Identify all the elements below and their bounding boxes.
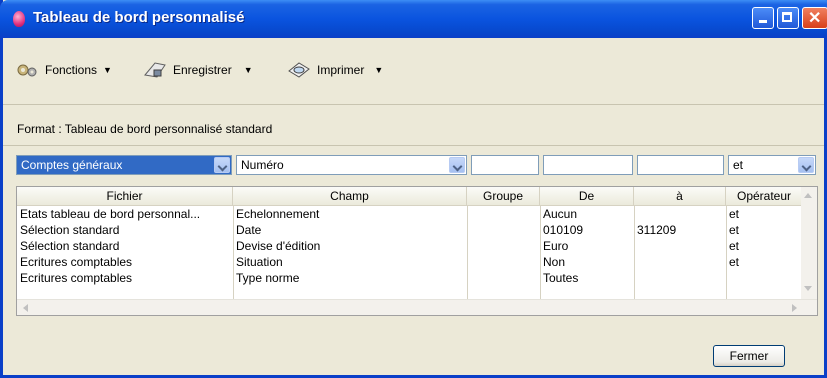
cell-groupe	[467, 238, 540, 254]
close-window-button[interactable]: ✕	[802, 7, 827, 29]
cell-champ: Date	[236, 223, 262, 237]
window-title: Tableau de bord personnalisé	[33, 9, 245, 26]
close-icon: ✕	[808, 10, 822, 27]
a-input[interactable]	[637, 155, 724, 175]
fichier-select-value: Comptes généraux	[21, 158, 123, 172]
cell-groupe	[467, 254, 540, 270]
cell-fichier: Ecritures comptables	[20, 271, 133, 285]
operateur-select-value: et	[733, 158, 744, 172]
cell-fichier: Ecritures comptables	[20, 255, 133, 269]
fichier-select[interactable]: Comptes généraux	[16, 155, 232, 175]
chevron-down-icon: ▼	[243, 65, 253, 75]
title-bar[interactable]: Tableau de bord personnalisé ✕	[0, 0, 827, 38]
table-row[interactable]: Ecritures comptables Type norme Toutes	[17, 270, 817, 286]
column-header-de[interactable]: De	[540, 187, 634, 205]
vertical-scrollbar[interactable]	[801, 187, 817, 299]
maximize-button[interactable]	[777, 7, 799, 29]
cell-a: 311209	[637, 223, 677, 237]
cell-fichier: Sélection standard	[20, 239, 120, 253]
cell-a	[634, 238, 726, 254]
cell-operateur	[726, 270, 803, 286]
toolbar: Fonctions ▼ Enregistrer ▼ Imprimer ▼	[3, 38, 824, 104]
print-label: Imprimer	[317, 63, 365, 77]
chevron-down-icon: ▼	[103, 65, 112, 75]
chevron-down-icon: ▼	[374, 65, 384, 75]
divider	[3, 145, 824, 146]
divider	[3, 104, 824, 105]
table-row[interactable]: Sélection standard Devise d'édition Euro…	[17, 238, 817, 254]
maximize-icon	[782, 12, 792, 22]
functions-menu-button[interactable]: Fonctions ▼	[15, 61, 112, 79]
scroll-right-icon[interactable]	[792, 304, 797, 312]
save-label: Enregistrer	[173, 63, 232, 77]
cell-groupe	[467, 222, 540, 238]
cell-a	[634, 206, 726, 222]
cell-de: Toutes	[543, 271, 579, 285]
table-row[interactable]: Etats tableau de bord personnal... Echel…	[17, 206, 817, 222]
cell-operateur: et	[729, 239, 740, 253]
operateur-select[interactable]: et	[728, 155, 816, 175]
format-label: Format : Tableau de bord personnalisé st…	[17, 122, 273, 136]
cell-de: Aucun	[543, 207, 578, 221]
cell-groupe	[467, 206, 540, 222]
champ-select-value: Numéro	[241, 158, 284, 172]
minimize-icon	[759, 20, 767, 23]
cell-fichier: Sélection standard	[20, 223, 120, 237]
chevron-down-icon[interactable]	[449, 157, 465, 173]
column-header-a[interactable]: à	[634, 187, 726, 205]
cell-fichier: Etats tableau de bord personnal...	[20, 207, 201, 221]
cell-a	[634, 270, 726, 286]
cell-champ: Devise d'édition	[236, 239, 321, 253]
cell-operateur: et	[729, 223, 740, 237]
column-header-fichier[interactable]: Fichier	[17, 187, 233, 205]
print-menu-button[interactable]: Imprimer ▼	[287, 61, 383, 79]
app-icon	[13, 11, 25, 27]
cell-operateur: et	[729, 207, 740, 221]
chevron-down-icon[interactable]	[798, 157, 814, 173]
cell-de: Non	[543, 255, 566, 269]
minimize-button[interactable]	[752, 7, 774, 29]
cell-champ: Type norme	[236, 271, 300, 285]
de-input[interactable]	[543, 155, 633, 175]
cell-de: Euro	[543, 239, 569, 253]
chevron-down-icon[interactable]	[214, 157, 230, 173]
table-row[interactable]: Ecritures comptables Situation Non et	[17, 254, 817, 270]
gears-icon	[15, 61, 39, 79]
table-header: Fichier Champ Groupe De à Opérateur	[17, 187, 817, 206]
column-header-champ[interactable]: Champ	[233, 187, 467, 205]
column-header-operateur[interactable]: Opérateur	[726, 187, 803, 205]
cell-a	[634, 254, 726, 270]
cell-operateur: et	[729, 255, 740, 269]
save-icon	[143, 61, 167, 79]
groupe-input[interactable]	[471, 155, 539, 175]
close-button[interactable]: Fermer	[713, 345, 785, 367]
dashboard-window: Tableau de bord personnalisé ✕ Fonctions…	[0, 0, 827, 378]
horizontal-scrollbar[interactable]	[17, 299, 817, 315]
criteria-table[interactable]: Fichier Champ Groupe De à Opérateur Etat…	[16, 186, 818, 316]
column-header-groupe[interactable]: Groupe	[467, 187, 540, 205]
table-row[interactable]: Sélection standard Date 010109 311209 et	[17, 222, 817, 238]
cell-champ: Echelonnement	[236, 207, 320, 221]
scroll-left-icon[interactable]	[23, 304, 28, 312]
cell-champ: Situation	[236, 255, 283, 269]
scroll-up-icon[interactable]	[804, 193, 812, 198]
print-icon	[287, 61, 311, 79]
cell-groupe	[467, 270, 540, 286]
save-menu-button[interactable]: Enregistrer ▼	[143, 61, 253, 79]
cell-de: 010109	[543, 223, 584, 237]
champ-select[interactable]: Numéro	[236, 155, 467, 175]
scroll-down-icon[interactable]	[804, 286, 812, 291]
functions-label: Fonctions	[45, 63, 98, 77]
